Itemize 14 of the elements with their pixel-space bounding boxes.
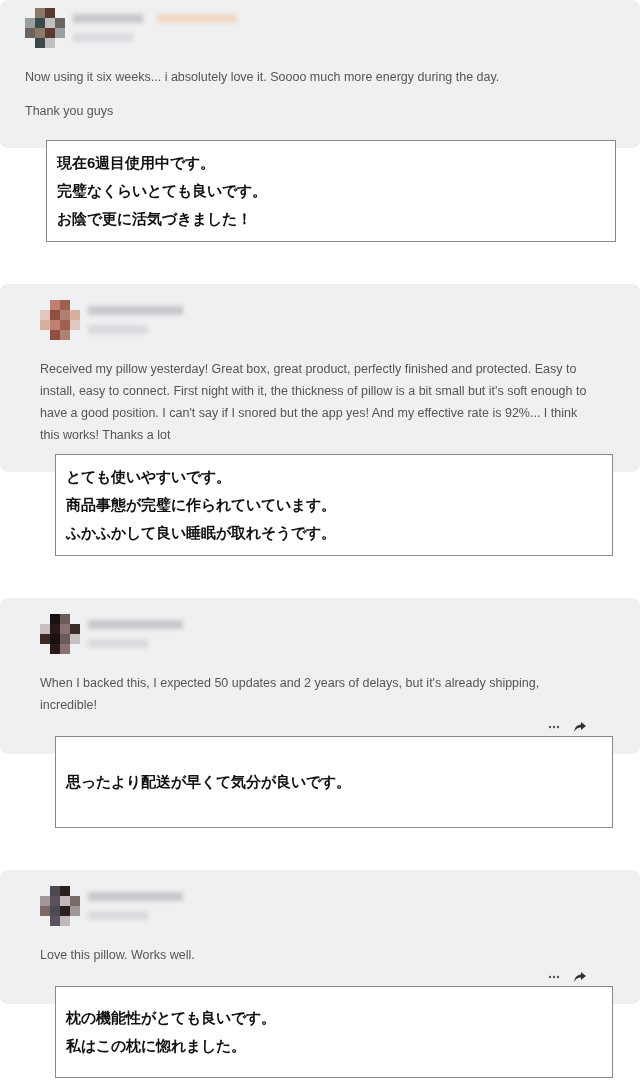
translation-text: 私はこの枕に惚れました。 bbox=[66, 1036, 247, 1056]
translation-text: とても使いやすいです。 bbox=[66, 467, 232, 487]
translation-text: お陰で更に活気づきました！ bbox=[57, 209, 253, 229]
translation-text: 商品事態が完璧に作られていています。 bbox=[66, 495, 337, 515]
translation-text: 完璧なくらいとても良いです。 bbox=[57, 181, 268, 201]
comment-text: Received my pillow yesterday! Great box, great product, perfectly finished and protected. Easy to install, easy to connect. First night with it, the thickness of pillow is a bit small but it's soft enough to have a good position. I can't say if I snored but the app yes! And my effective rate is 92%... I think this works! Thanks a lot bbox=[40, 361, 588, 444]
comment-text: Love this pillow. Works well. bbox=[40, 947, 195, 964]
comment-text: Thank you guys bbox=[25, 103, 114, 120]
comment-text: Now using it six weeks... i absolutely love it. Soooo much more energy during the day. bbox=[25, 69, 500, 86]
comment-text: When I backed this, I expected 50 updates and 2 years of delays, but it's already shipping, incredible! bbox=[40, 675, 541, 714]
translation-text: 現在6週目使用中です。 bbox=[57, 153, 217, 173]
translation-text: 枕の機能性がとても良いです。 bbox=[66, 1008, 277, 1028]
translation-text: 思ったより配送が早くて気分が良いです。 bbox=[66, 772, 352, 792]
translation-text: ふかふかして良い睡眠が取れそうです。 bbox=[66, 523, 337, 543]
